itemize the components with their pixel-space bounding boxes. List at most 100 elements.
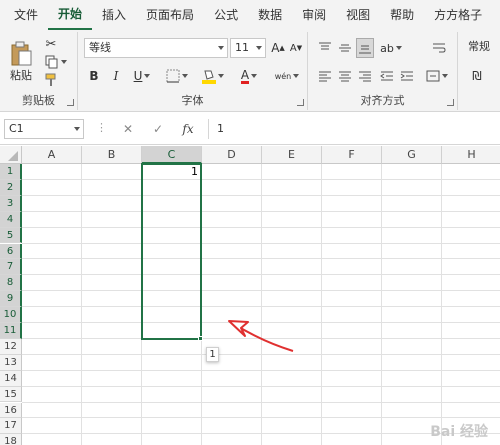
- tab-5[interactable]: 数据: [248, 0, 292, 30]
- tab-2[interactable]: 插入: [92, 0, 136, 30]
- row-header-1[interactable]: 1: [0, 164, 22, 180]
- borders-button[interactable]: [162, 66, 192, 86]
- wrap-text-button[interactable]: [426, 38, 452, 58]
- copy-button[interactable]: [42, 54, 70, 70]
- tab-4[interactable]: 公式: [204, 0, 248, 30]
- grow-font-button[interactable]: A ▲: [270, 38, 286, 58]
- row-gridline: [22, 274, 500, 276]
- format-painter-button[interactable]: [42, 72, 60, 88]
- align-bottom-button[interactable]: [356, 38, 374, 58]
- row-header-9[interactable]: 9: [0, 291, 22, 308]
- row-gridline: [22, 178, 500, 180]
- decrease-indent-button[interactable]: [378, 66, 396, 86]
- formula-input-value: 1: [217, 122, 224, 135]
- align-top-button[interactable]: [316, 38, 334, 58]
- font-group-label: 字体: [181, 94, 204, 107]
- column-gridline: [381, 164, 382, 445]
- tab-0[interactable]: 文件: [4, 0, 48, 30]
- worksheet-grid[interactable]: A B C D E F G H 1 2 3 4 5 6 7 8 9 10 11 12 13 14 15 16 17 18 1 1 …: [0, 146, 500, 445]
- tab-8[interactable]: 帮助: [380, 0, 424, 30]
- chevron-down-icon: [251, 74, 258, 78]
- align-right-button[interactable]: [356, 66, 374, 86]
- italic-button[interactable]: I: [106, 66, 126, 86]
- column-header-H[interactable]: H: [442, 146, 500, 164]
- row-header-7[interactable]: 7: [0, 259, 22, 276]
- tab-7[interactable]: 视图: [336, 0, 380, 30]
- shrink-font-button[interactable]: A ▼: [288, 38, 304, 58]
- selected-range-c1-c11[interactable]: [141, 163, 202, 340]
- tab-1[interactable]: 开始: [48, 0, 93, 30]
- orientation-button[interactable]: ab: [378, 38, 404, 58]
- column-gridline: [441, 164, 442, 445]
- align-right-icon: [359, 71, 371, 82]
- column-header-G[interactable]: G: [382, 146, 442, 164]
- formula-input[interactable]: 1: [208, 119, 500, 139]
- row-header-10[interactable]: 10: [0, 307, 22, 323]
- bold-button[interactable]: B: [84, 66, 104, 86]
- font-color-button[interactable]: A: [234, 66, 264, 86]
- scissors-icon: ✂: [45, 36, 57, 52]
- column-header-C[interactable]: C: [142, 146, 202, 164]
- confirm-entry-button[interactable]: ✓: [146, 119, 170, 139]
- row-header-12[interactable]: 12: [0, 338, 22, 355]
- paste-icon: [11, 41, 32, 66]
- column-header-B[interactable]: B: [82, 146, 142, 164]
- merge-center-button[interactable]: [422, 66, 452, 86]
- pinyin-button[interactable]: wén: [272, 66, 302, 86]
- dialog-launcher-icon[interactable]: [447, 99, 454, 106]
- align-left-button[interactable]: [316, 66, 334, 86]
- row-gridline: [22, 194, 500, 196]
- tab-9[interactable]: 方方格子: [424, 0, 492, 30]
- select-all-corner[interactable]: [0, 146, 22, 164]
- number-format-value: 常规: [468, 40, 490, 53]
- underline-button[interactable]: U: [128, 66, 156, 86]
- row-header-4[interactable]: 4: [0, 211, 22, 228]
- merge-icon: [426, 70, 440, 82]
- cancel-entry-button[interactable]: ✕: [116, 119, 140, 139]
- row-header-16[interactable]: 16: [0, 402, 22, 419]
- tab-6[interactable]: 审阅: [292, 0, 336, 30]
- insert-function-button[interactable]: fx: [176, 119, 200, 139]
- row-header-8[interactable]: 8: [0, 275, 22, 292]
- accounting-format-button[interactable]: ₪: [466, 66, 488, 86]
- row-header-2[interactable]: 2: [0, 179, 22, 196]
- row-header-14[interactable]: 14: [0, 370, 22, 387]
- row-header-3[interactable]: 3: [0, 195, 22, 212]
- column-header-E[interactable]: E: [262, 146, 322, 164]
- row-header-13[interactable]: 13: [0, 354, 22, 371]
- increase-indent-button[interactable]: [398, 66, 416, 86]
- align-middle-icon: [339, 44, 351, 52]
- row-gridline: [22, 210, 500, 212]
- number-format-select[interactable]: 常规: [464, 38, 500, 58]
- watermark: Bai 经验: [430, 424, 488, 440]
- row-header-11[interactable]: 11: [0, 323, 22, 339]
- dialog-launcher-icon[interactable]: [67, 99, 74, 106]
- fill-handle[interactable]: [198, 335, 203, 341]
- column-header-F[interactable]: F: [322, 146, 382, 164]
- name-box[interactable]: C1: [4, 119, 84, 139]
- formula-bar-handle-icon: ⋮: [96, 121, 107, 134]
- alignment-group-label: 对齐方式: [360, 94, 405, 107]
- row-header-6[interactable]: 6: [0, 243, 22, 260]
- fill-color-button[interactable]: [198, 66, 228, 86]
- column-header-D[interactable]: D: [202, 146, 262, 164]
- fill-bucket-icon: [202, 70, 216, 84]
- dialog-launcher-icon[interactable]: [297, 99, 304, 106]
- font-size-select[interactable]: 11: [230, 38, 266, 58]
- formula-bar: C1 ⋮ ✕ ✓ fx 1: [0, 113, 500, 145]
- cut-button[interactable]: ✂: [42, 36, 60, 52]
- row-header-15[interactable]: 15: [0, 386, 22, 403]
- font-group: 等线 11 A ▲ A ▼ B I U A wén 字体: [78, 32, 308, 110]
- align-bottom-icon: [359, 45, 371, 54]
- row-header-17[interactable]: 17: [0, 418, 22, 435]
- tab-3[interactable]: 页面布局: [136, 0, 204, 30]
- row-header-18[interactable]: 18: [0, 434, 22, 445]
- pinyin-icon: wén: [274, 71, 292, 81]
- row-header-5[interactable]: 5: [0, 227, 22, 244]
- column-header-A[interactable]: A: [22, 146, 82, 164]
- font-name-select[interactable]: 等线: [84, 38, 228, 58]
- paste-button[interactable]: 粘贴: [6, 36, 36, 88]
- align-center-button[interactable]: [336, 66, 354, 86]
- tab-10[interactable]: D: [492, 0, 500, 30]
- align-middle-button[interactable]: [336, 38, 354, 58]
